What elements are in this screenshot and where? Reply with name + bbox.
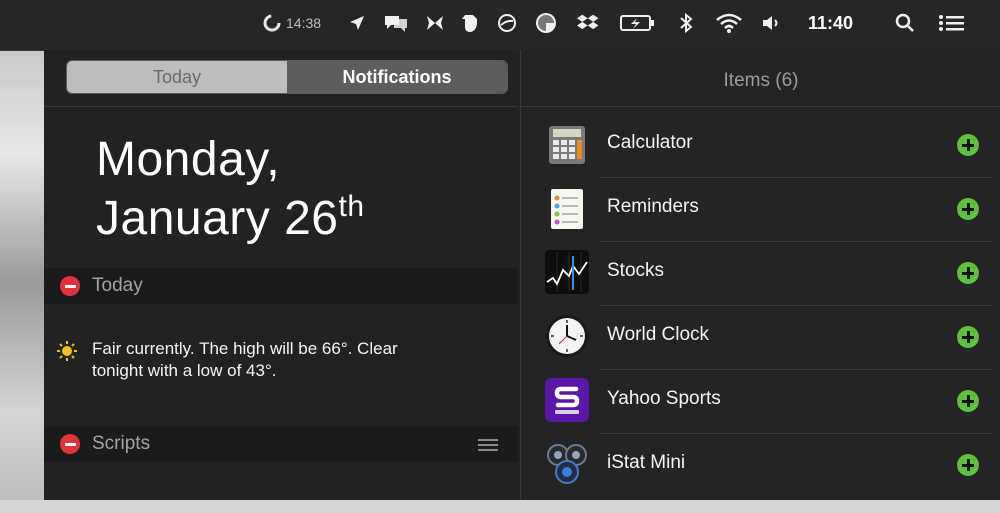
items-panel: Items (6) Calculator Reminders Stocks Wo… xyxy=(520,50,1000,500)
item-name: Yahoo Sports xyxy=(607,388,721,409)
chat-bubbles-icon[interactable] xyxy=(382,10,410,36)
status-time[interactable]: 14:38 xyxy=(286,10,321,36)
section-header-scripts: Scripts xyxy=(44,426,518,462)
add-item-button[interactable] xyxy=(957,262,979,284)
search-icon[interactable] xyxy=(894,10,916,36)
list-item[interactable]: iStat Mini xyxy=(521,434,1000,498)
section-title-today: Today xyxy=(92,275,143,296)
weather-summary: Fair currently. The high will be 66°. Cl… xyxy=(56,339,452,382)
items-title: Items (6) xyxy=(723,70,799,91)
remove-widget-button[interactable] xyxy=(60,276,80,296)
desktop-edge xyxy=(0,500,1000,513)
list-item[interactable]: Calculator xyxy=(521,114,1000,178)
calculator-icon xyxy=(543,120,591,168)
menubar-clock[interactable]: 11:40 xyxy=(808,10,853,36)
tab-notifications[interactable]: Notifications xyxy=(287,61,507,93)
date-day: January 26th xyxy=(96,190,365,246)
item-name: Stocks xyxy=(607,260,665,281)
sync-status-icon[interactable] xyxy=(262,10,282,36)
reminders-icon xyxy=(543,184,591,232)
item-name: Reminders xyxy=(607,196,699,217)
item-name: Calculator xyxy=(607,132,693,153)
pinwheel-icon[interactable] xyxy=(534,10,558,36)
weather-text: Fair currently. The high will be 66°. Cl… xyxy=(92,339,398,380)
today-view: Today Notifications Monday, January 26th… xyxy=(44,50,518,500)
section-title-scripts: Scripts xyxy=(92,433,151,454)
butterfly-icon[interactable] xyxy=(424,10,446,36)
list-item[interactable]: World Clock xyxy=(521,306,1000,370)
date-weekday: Monday, xyxy=(96,133,281,186)
wifi-icon[interactable] xyxy=(714,10,744,36)
divider xyxy=(44,106,518,107)
item-name: iStat Mini xyxy=(607,452,686,473)
add-item-button[interactable] xyxy=(957,326,979,348)
bluetooth-icon[interactable] xyxy=(678,10,694,36)
add-item-button[interactable] xyxy=(957,134,979,156)
stocks-icon xyxy=(543,248,591,296)
section-header-today: Today xyxy=(44,268,518,304)
evernote-icon[interactable] xyxy=(460,10,480,36)
world-clock-icon xyxy=(543,312,591,360)
date-suffix: th xyxy=(338,190,365,223)
sun-icon xyxy=(56,340,78,382)
date-month-day: January 26 xyxy=(96,192,339,245)
notification-center-panel: Today Notifications Monday, January 26th… xyxy=(44,50,1000,500)
add-item-button[interactable] xyxy=(957,198,979,220)
tab-today[interactable]: Today xyxy=(67,61,287,93)
yahoo-sports-icon xyxy=(543,376,591,424)
drag-handle-icon[interactable] xyxy=(478,439,498,454)
list-item[interactable]: Stocks xyxy=(521,242,1000,306)
istat-mini-icon xyxy=(543,440,591,488)
dropbox-icon[interactable] xyxy=(576,10,600,36)
remove-widget-button[interactable] xyxy=(60,434,80,454)
list-item[interactable]: Yahoo Sports xyxy=(521,370,1000,434)
item-name: World Clock xyxy=(607,324,710,345)
add-item-button[interactable] xyxy=(957,390,979,412)
battery-charging-icon[interactable] xyxy=(620,10,656,36)
list-icon[interactable] xyxy=(938,10,966,36)
location-arrow-icon[interactable] xyxy=(348,10,366,36)
no-entry-icon[interactable] xyxy=(496,10,518,36)
list-item[interactable]: Reminders xyxy=(521,178,1000,242)
menu-bar: 14:38 11:40 xyxy=(0,0,1000,51)
divider xyxy=(521,106,1000,107)
add-item-button[interactable] xyxy=(957,454,979,476)
view-tabs: Today Notifications xyxy=(66,60,508,94)
volume-icon[interactable] xyxy=(760,10,784,36)
